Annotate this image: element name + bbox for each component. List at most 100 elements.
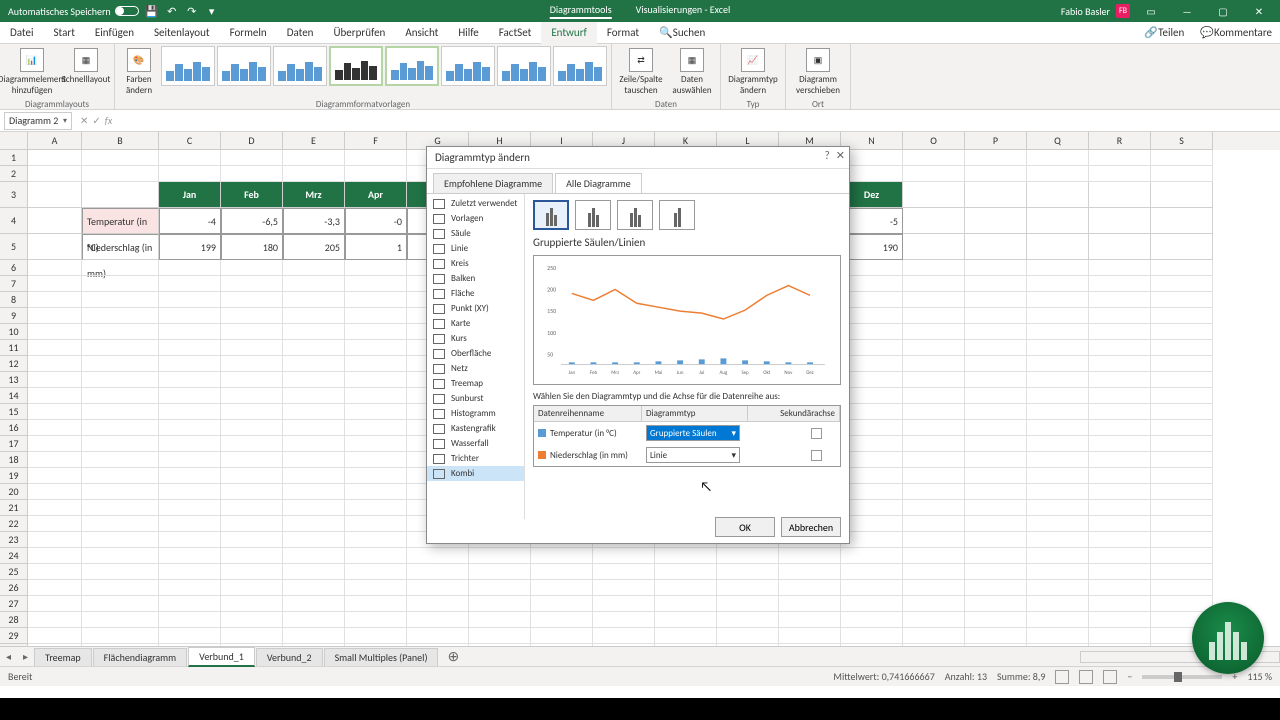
col-header-S[interactable]: S <box>1151 132 1213 150</box>
chart-type-kombi[interactable]: Kombi <box>427 466 524 481</box>
tab-hilfe[interactable]: Hilfe <box>448 22 488 44</box>
chart-type-wasserfall[interactable]: Wasserfall <box>427 436 524 451</box>
row-header-30[interactable]: 30 <box>0 644 28 646</box>
share-button[interactable]: 🔗 Teilen <box>1136 22 1192 44</box>
change-colors-button[interactable]: 🎨Farben ändern <box>119 46 159 98</box>
subtype-clustered-col-line[interactable] <box>533 200 569 230</box>
sheet-treemap[interactable]: Treemap <box>34 648 92 666</box>
col-header-C[interactable]: C <box>159 132 221 150</box>
series2-secondary-checkbox[interactable] <box>811 450 822 461</box>
chart-style-gallery[interactable] <box>161 46 607 86</box>
style-1[interactable] <box>161 46 215 86</box>
sheet-verbund2[interactable]: Verbund_2 <box>256 648 323 666</box>
comments-button[interactable]: 💬 Kommentare <box>1192 22 1280 44</box>
chart-type-sunburst[interactable]: Sunburst <box>427 391 524 406</box>
chart-type-zuletztverwendet[interactable]: Zuletzt verwendet <box>427 196 524 211</box>
confirm-formula-icon[interactable]: ✓ <box>92 114 100 127</box>
row-header-28[interactable]: 28 <box>0 612 28 628</box>
add-sheet-button[interactable]: ⊕ <box>439 648 467 665</box>
row-header-1[interactable]: 1 <box>0 150 28 166</box>
row-header-24[interactable]: 24 <box>0 548 28 564</box>
change-chart-type-button[interactable]: 📈Diagrammtyp ändern <box>725 46 781 98</box>
tab-ueberpruefen[interactable]: Überprüfen <box>323 22 395 44</box>
tab-start[interactable]: Start <box>44 22 85 44</box>
view-page-layout-icon[interactable] <box>1079 670 1093 684</box>
style-7[interactable] <box>497 46 551 86</box>
tab-factset[interactable]: FactSet <box>489 22 542 44</box>
tab-recommended-charts[interactable]: Empfohlene Diagramme <box>433 173 553 193</box>
minimize-icon[interactable]: — <box>1172 0 1202 22</box>
row-header-13[interactable]: 13 <box>0 372 28 388</box>
row-header-4[interactable]: 4 <box>0 208 28 234</box>
formula-input[interactable] <box>120 112 1280 130</box>
row-header-6[interactable]: 6 <box>0 260 28 276</box>
tab-daten[interactable]: Daten <box>277 22 324 44</box>
chart-type-punktxy[interactable]: Punkt (XY) <box>427 301 524 316</box>
row-header-2[interactable]: 2 <box>0 166 28 182</box>
col-header-Q[interactable]: Q <box>1027 132 1089 150</box>
sheet-nav-next[interactable]: ▸ <box>17 650 34 663</box>
autosave-toggle[interactable]: Automatisches Speichern <box>8 5 139 18</box>
style-2[interactable] <box>217 46 271 86</box>
style-5[interactable] <box>385 46 439 86</box>
ok-button[interactable]: OK <box>715 517 775 537</box>
move-chart-button[interactable]: ▣Diagramm verschieben <box>790 46 846 98</box>
row-header-9[interactable]: 9 <box>0 308 28 324</box>
sheet-nav-prev[interactable]: ◂ <box>0 650 17 663</box>
redo-icon[interactable]: ↷ <box>185 4 199 18</box>
undo-icon[interactable]: ↶ <box>165 4 179 18</box>
row-header-26[interactable]: 26 <box>0 580 28 596</box>
dialog-close-icon[interactable]: ✕ <box>836 149 845 162</box>
quick-layout-button[interactable]: ▦Schnelllayout <box>62 46 110 87</box>
subtype-2[interactable] <box>575 200 611 230</box>
col-header-F[interactable]: F <box>345 132 407 150</box>
row-header-27[interactable]: 27 <box>0 596 28 612</box>
row-header-11[interactable]: 11 <box>0 340 28 356</box>
subtype-3[interactable] <box>617 200 653 230</box>
chart-type-kastengrafik[interactable]: Kastengrafik <box>427 421 524 436</box>
chart-type-list[interactable]: Zuletzt verwendetVorlagenSäuleLinieKreis… <box>427 194 525 519</box>
row-header-15[interactable]: 15 <box>0 404 28 420</box>
tab-ansicht[interactable]: Ansicht <box>395 22 448 44</box>
col-header-P[interactable]: P <box>965 132 1027 150</box>
avatar[interactable]: FB <box>1116 4 1130 18</box>
name-box[interactable]: Diagramm 2▾ <box>4 112 72 130</box>
series1-type-dropdown[interactable]: Gruppierte Säulen▾ <box>646 425 740 441</box>
row-header-20[interactable]: 20 <box>0 484 28 500</box>
row-header-10[interactable]: 10 <box>0 324 28 340</box>
row-header-17[interactable]: 17 <box>0 436 28 452</box>
row-header-12[interactable]: 12 <box>0 356 28 372</box>
tab-all-charts[interactable]: Alle Diagramme <box>555 173 642 193</box>
chart-type-kurs[interactable]: Kurs <box>427 331 524 346</box>
row-header-16[interactable]: 16 <box>0 420 28 436</box>
style-8[interactable] <box>553 46 607 86</box>
row-header-21[interactable]: 21 <box>0 500 28 516</box>
zoom-slider[interactable] <box>1142 675 1222 679</box>
col-header-B[interactable]: B <box>82 132 159 150</box>
row-header-22[interactable]: 22 <box>0 516 28 532</box>
chart-type-balken[interactable]: Balken <box>427 271 524 286</box>
chart-type-oberflche[interactable]: Oberfläche <box>427 346 524 361</box>
view-page-break-icon[interactable] <box>1103 670 1117 684</box>
select-data-button[interactable]: ▦Daten auswählen <box>668 46 716 98</box>
switch-row-col-button[interactable]: ⇄Zeile/Spalte tauschen <box>616 46 666 98</box>
col-header-D[interactable]: D <box>221 132 283 150</box>
col-header-A[interactable]: A <box>28 132 82 150</box>
sheet-verbund1[interactable]: Verbund_1 <box>188 647 255 667</box>
row-header-23[interactable]: 23 <box>0 532 28 548</box>
dialog-help-icon[interactable]: ? <box>825 149 830 162</box>
qat-more[interactable]: ▾ <box>205 4 219 18</box>
chart-type-vorlagen[interactable]: Vorlagen <box>427 211 524 226</box>
tab-formeln[interactable]: Formeln <box>220 22 277 44</box>
chart-type-histogramm[interactable]: Histogramm <box>427 406 524 421</box>
col-header-R[interactable]: R <box>1089 132 1151 150</box>
zoom-out[interactable]: − <box>1127 670 1132 683</box>
chart-type-netz[interactable]: Netz <box>427 361 524 376</box>
col-header-E[interactable]: E <box>283 132 345 150</box>
row-header-3[interactable]: 3 <box>0 182 28 208</box>
row-header-19[interactable]: 19 <box>0 468 28 484</box>
tab-entwurf[interactable]: Entwurf <box>541 22 597 44</box>
series1-secondary-checkbox[interactable] <box>811 428 822 439</box>
col-header-O[interactable]: O <box>903 132 965 150</box>
row-header-18[interactable]: 18 <box>0 452 28 468</box>
